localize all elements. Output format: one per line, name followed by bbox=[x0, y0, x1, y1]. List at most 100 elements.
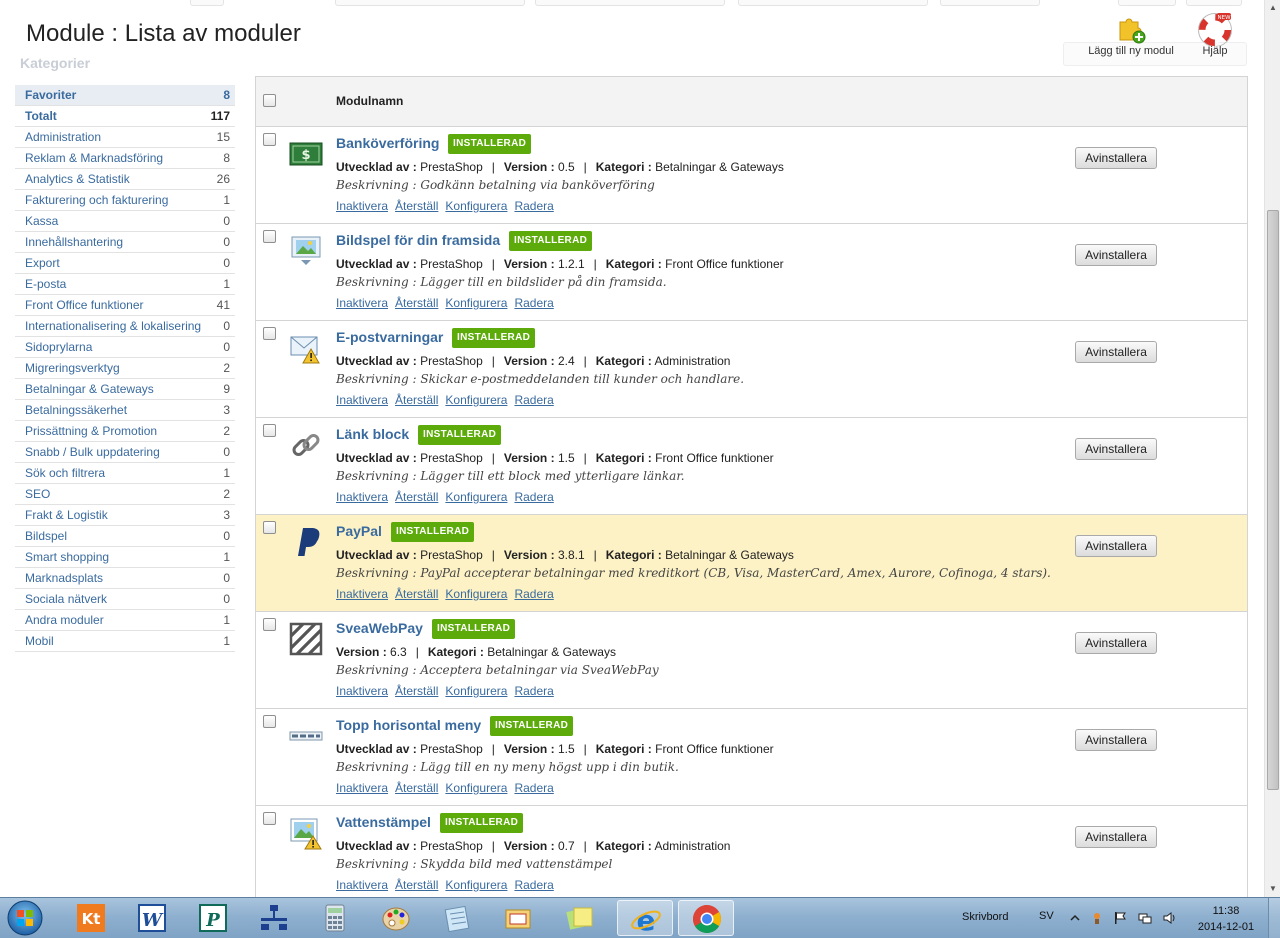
taskbar-app-network[interactable] bbox=[246, 900, 302, 936]
delete-link[interactable]: Radera bbox=[514, 684, 553, 698]
configure-link[interactable]: Konfigurera bbox=[445, 878, 507, 892]
category-item[interactable]: Snabb / Bulk uppdatering 0 bbox=[15, 442, 235, 463]
tray-clock-time[interactable]: 11:38 bbox=[1196, 905, 1256, 917]
uninstall-button[interactable]: Avinstallera bbox=[1075, 244, 1157, 266]
taskbar-app-calculator[interactable] bbox=[307, 900, 363, 936]
vertical-scrollbar[interactable]: ▲ ▼ bbox=[1264, 0, 1280, 897]
delete-link[interactable]: Radera bbox=[514, 781, 553, 795]
deactivate-link[interactable]: Inaktivera bbox=[336, 199, 388, 213]
category-item[interactable]: Totalt 117 bbox=[15, 106, 235, 127]
category-item[interactable]: Frakt & Logistik 3 bbox=[15, 505, 235, 526]
taskbar-app-sticky-notes[interactable] bbox=[551, 900, 607, 936]
category-item[interactable]: E-posta 1 bbox=[15, 274, 235, 295]
tray-app-icon[interactable] bbox=[1090, 911, 1104, 925]
category-item[interactable]: Reklam & Marknadsföring 8 bbox=[15, 148, 235, 169]
category-item[interactable]: Internationalisering & lokalisering 0 bbox=[15, 316, 235, 337]
module-name[interactable]: Länk block bbox=[336, 426, 409, 442]
category-item[interactable]: Administration 15 bbox=[15, 127, 235, 148]
module-checkbox[interactable] bbox=[263, 521, 276, 534]
module-checkbox[interactable] bbox=[263, 230, 276, 243]
category-item[interactable]: Fakturering och fakturering 1 bbox=[15, 190, 235, 211]
uninstall-button[interactable]: Avinstallera bbox=[1075, 438, 1157, 460]
scroll-up-arrow-icon[interactable]: ▲ bbox=[1265, 0, 1280, 16]
uninstall-button[interactable]: Avinstallera bbox=[1075, 147, 1157, 169]
category-item[interactable]: Bildspel 0 bbox=[15, 526, 235, 547]
taskbar-app-chrome[interactable] bbox=[678, 900, 734, 936]
deactivate-link[interactable]: Inaktivera bbox=[336, 684, 388, 698]
category-item[interactable]: Betalningar & Gateways 9 bbox=[15, 379, 235, 400]
category-item[interactable]: Export 0 bbox=[15, 253, 235, 274]
category-item[interactable]: Prissättning & Promotion 2 bbox=[15, 421, 235, 442]
configure-link[interactable]: Konfigurera bbox=[445, 296, 507, 310]
module-checkbox[interactable] bbox=[263, 812, 276, 825]
category-item[interactable]: Front Office funktioner 41 bbox=[15, 295, 235, 316]
module-checkbox[interactable] bbox=[263, 133, 276, 146]
taskbar-app-snipping[interactable] bbox=[490, 900, 546, 936]
taskbar-app-publisher[interactable]: P bbox=[185, 900, 241, 936]
configure-link[interactable]: Konfigurera bbox=[445, 684, 507, 698]
help-button[interactable]: NEW Hjälp bbox=[1160, 10, 1270, 66]
category-item[interactable]: Smart shopping 1 bbox=[15, 547, 235, 568]
deactivate-link[interactable]: Inaktivera bbox=[336, 393, 388, 407]
deactivate-link[interactable]: Inaktivera bbox=[336, 587, 388, 601]
module-name[interactable]: Vattenstämpel bbox=[336, 814, 431, 830]
tray-flag-icon[interactable] bbox=[1113, 911, 1127, 925]
configure-link[interactable]: Konfigurera bbox=[445, 393, 507, 407]
reset-link[interactable]: Återställ bbox=[395, 296, 438, 310]
deactivate-link[interactable]: Inaktivera bbox=[336, 781, 388, 795]
taskbar-app-paint[interactable] bbox=[368, 900, 424, 936]
scroll-down-arrow-icon[interactable]: ▼ bbox=[1265, 881, 1280, 897]
category-item[interactable]: Migreringsverktyg 2 bbox=[15, 358, 235, 379]
show-desktop-button[interactable] bbox=[1268, 898, 1280, 938]
configure-link[interactable]: Konfigurera bbox=[445, 781, 507, 795]
configure-link[interactable]: Konfigurera bbox=[445, 199, 507, 213]
category-item[interactable]: Sök och filtrera 1 bbox=[15, 463, 235, 484]
category-item[interactable]: Innehållshantering 0 bbox=[15, 232, 235, 253]
module-checkbox[interactable] bbox=[263, 715, 276, 728]
reset-link[interactable]: Återställ bbox=[395, 490, 438, 504]
scroll-thumb[interactable] bbox=[1267, 210, 1279, 790]
configure-link[interactable]: Konfigurera bbox=[445, 587, 507, 601]
taskbar-app-internet-explorer[interactable]: e bbox=[617, 900, 673, 936]
category-item[interactable]: Mobil 1 bbox=[15, 631, 235, 652]
tray-desktop-label[interactable]: Skrivbord bbox=[962, 911, 1008, 923]
uninstall-button[interactable]: Avinstallera bbox=[1075, 826, 1157, 848]
category-item[interactable]: SEO 2 bbox=[15, 484, 235, 505]
taskbar-app-word[interactable]: W bbox=[124, 900, 180, 936]
delete-link[interactable]: Radera bbox=[514, 587, 553, 601]
module-name[interactable]: E-postvarningar bbox=[336, 329, 443, 345]
start-button[interactable] bbox=[3, 899, 47, 937]
module-checkbox[interactable] bbox=[263, 618, 276, 631]
module-name[interactable]: SveaWebPay bbox=[336, 620, 423, 636]
reset-link[interactable]: Återställ bbox=[395, 878, 438, 892]
category-item[interactable]: Betalningssäkerhet 3 bbox=[15, 400, 235, 421]
tray-expand-arrow-icon[interactable] bbox=[1068, 911, 1082, 925]
reset-link[interactable]: Återställ bbox=[395, 199, 438, 213]
delete-link[interactable]: Radera bbox=[514, 296, 553, 310]
category-item[interactable]: Andra moduler 1 bbox=[15, 610, 235, 631]
tray-volume-icon[interactable] bbox=[1162, 911, 1176, 925]
category-item[interactable]: Analytics & Statistik 26 bbox=[15, 169, 235, 190]
module-name[interactable]: Topp horisontal meny bbox=[336, 717, 481, 733]
deactivate-link[interactable]: Inaktivera bbox=[336, 490, 388, 504]
module-name[interactable]: Banköverföring bbox=[336, 135, 439, 151]
delete-link[interactable]: Radera bbox=[514, 878, 553, 892]
category-item[interactable]: Sidoprylarna 0 bbox=[15, 337, 235, 358]
delete-link[interactable]: Radera bbox=[514, 199, 553, 213]
category-item[interactable]: Favoriter 8 bbox=[15, 85, 235, 106]
taskbar-app-kt[interactable]: Kt bbox=[63, 900, 119, 936]
taskbar-app-notes[interactable] bbox=[429, 900, 485, 936]
category-item[interactable]: Marknadsplats 0 bbox=[15, 568, 235, 589]
configure-link[interactable]: Konfigurera bbox=[445, 490, 507, 504]
module-name[interactable]: Bildspel för din framsida bbox=[336, 232, 500, 248]
category-item[interactable]: Kassa 0 bbox=[15, 211, 235, 232]
select-all-checkbox[interactable] bbox=[263, 94, 276, 107]
uninstall-button[interactable]: Avinstallera bbox=[1075, 729, 1157, 751]
delete-link[interactable]: Radera bbox=[514, 490, 553, 504]
uninstall-button[interactable]: Avinstallera bbox=[1075, 632, 1157, 654]
reset-link[interactable]: Återställ bbox=[395, 393, 438, 407]
deactivate-link[interactable]: Inaktivera bbox=[336, 296, 388, 310]
uninstall-button[interactable]: Avinstallera bbox=[1075, 341, 1157, 363]
uninstall-button[interactable]: Avinstallera bbox=[1075, 535, 1157, 557]
deactivate-link[interactable]: Inaktivera bbox=[336, 878, 388, 892]
